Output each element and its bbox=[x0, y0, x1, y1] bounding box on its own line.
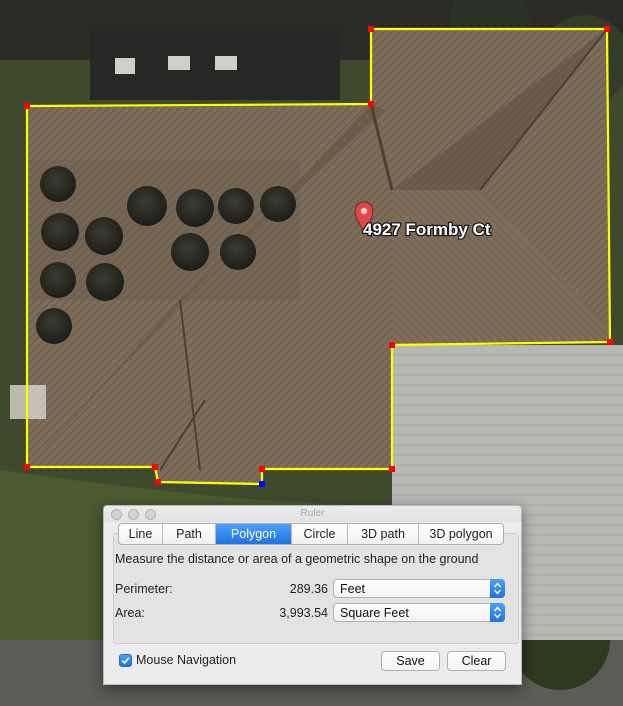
perimeter-unit-value: Feet bbox=[340, 582, 366, 596]
mouse-navigation-label: Mouse Navigation bbox=[136, 653, 237, 667]
measurement-tabs: Line Path Polygon Circle 3D path 3D poly… bbox=[118, 523, 504, 545]
ruler-titlebar[interactable]: Ruler bbox=[104, 506, 521, 522]
tab-circle[interactable]: Circle bbox=[292, 524, 348, 544]
area-unit-value: Square Feet bbox=[340, 606, 409, 620]
select-arrows-icon bbox=[490, 603, 505, 622]
place-label: 4927 Formby Ct bbox=[363, 220, 491, 239]
tab-polygon[interactable]: Polygon bbox=[216, 524, 292, 544]
clear-button[interactable]: Clear bbox=[447, 651, 506, 671]
area-unit-select[interactable]: Square Feet bbox=[333, 603, 505, 622]
perimeter-label: Perimeter: bbox=[115, 582, 173, 596]
tab-3d-path[interactable]: 3D path bbox=[348, 524, 419, 544]
area-value: 3,993.54 bbox=[279, 606, 328, 620]
tab-line[interactable]: Line bbox=[119, 524, 163, 544]
tab-path[interactable]: Path bbox=[163, 524, 216, 544]
window-title: Ruler bbox=[300, 508, 325, 519]
perimeter-unit-select[interactable]: Feet bbox=[333, 579, 505, 598]
checkmark-icon bbox=[121, 657, 130, 665]
measurement-description: Measure the distance or area of a geomet… bbox=[115, 552, 479, 566]
active-vertex[interactable] bbox=[259, 481, 265, 487]
perimeter-value: 289.36 bbox=[289, 582, 328, 596]
ruler-window: Ruler Line Path Polygon Circle 3D path 3… bbox=[103, 505, 522, 685]
mouse-navigation-checkbox[interactable] bbox=[119, 654, 132, 667]
select-arrows-icon bbox=[490, 579, 505, 598]
save-button[interactable]: Save bbox=[381, 651, 440, 671]
tab-3d-polygon[interactable]: 3D polygon bbox=[419, 524, 503, 544]
area-label: Area: bbox=[115, 606, 145, 620]
